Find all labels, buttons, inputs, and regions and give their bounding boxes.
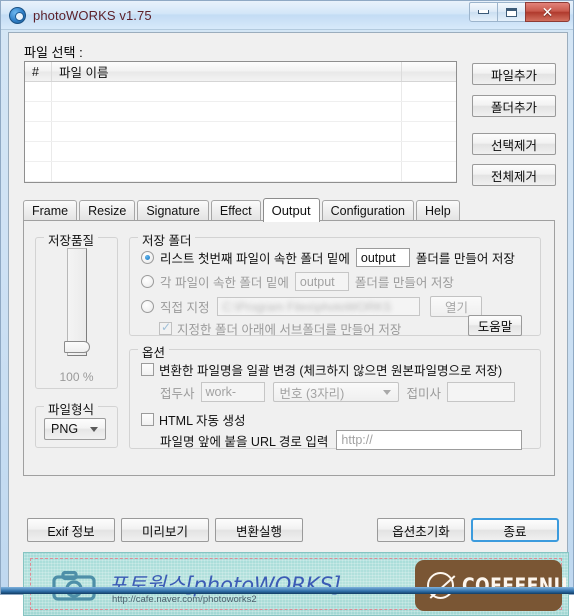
- quality-slider-thumb[interactable]: [63, 341, 90, 353]
- exit-button[interactable]: 종료: [471, 518, 559, 542]
- radio-each-file-folder[interactable]: [141, 275, 154, 288]
- format-selected-value: PNG: [51, 422, 79, 436]
- rename-fields-row[interactable]: 접두사 work- 번호 (3자리) 접미사: [160, 382, 516, 402]
- banner-url-text[interactable]: http://cafe.naver.com/photoworks2: [112, 594, 257, 605]
- tab-bar[interactable]: Frame Resize Signature Effect Output Con…: [23, 198, 555, 222]
- format-select[interactable]: PNG: [44, 418, 106, 440]
- reset-options-button[interactable]: 옵션초기화: [377, 518, 465, 542]
- save-folder-groupbox: 저장 폴더 리스트 첫번째 파일이 속한 폴더 밑에 output 폴더를 만들…: [129, 230, 541, 338]
- html-checkbox-label: HTML 자동 생성: [159, 414, 246, 428]
- folder-option-2-text-before: 각 파일이 속한 폴더 밑에: [160, 276, 289, 290]
- maximize-button[interactable]: [497, 2, 526, 22]
- add-file-button[interactable]: 파일추가: [472, 63, 556, 85]
- suffix-input[interactable]: [447, 382, 516, 402]
- tab-configuration[interactable]: Configuration: [321, 200, 414, 221]
- chevron-down-icon: [90, 427, 98, 432]
- file-list-header: # 파일 이름: [25, 62, 456, 82]
- folder-option-3-row[interactable]: 직접 지정 C:\Program Files\photoWORKS 열기: [141, 296, 483, 317]
- folder-option-2-name-input[interactable]: output: [294, 272, 349, 291]
- table-row[interactable]: [25, 102, 456, 122]
- radio-direct-path[interactable]: [141, 300, 154, 313]
- column-header-filler: [402, 62, 456, 81]
- options-groupbox: 옵션 변환한 파일명을 일괄 변경 (체크하지 않으면 원본파일명으로 저장) …: [129, 342, 541, 450]
- minimize-button[interactable]: [469, 2, 498, 22]
- quality-groupbox: 저장품질 100 %: [35, 230, 118, 389]
- file-list[interactable]: # 파일 이름: [24, 61, 457, 183]
- subfolder-checkbox-row[interactable]: 지정한 폴더 아래에 서브폴더를 만들어 저장: [159, 319, 401, 338]
- quality-percent-label: 100 %: [59, 370, 94, 384]
- prefix-input[interactable]: work-: [200, 382, 265, 402]
- open-folder-button[interactable]: 열기: [430, 296, 483, 317]
- promo-banner[interactable]: 포토웍스[photoWORKS] http://cafe.naver.com/p…: [23, 552, 569, 616]
- table-row[interactable]: [25, 162, 456, 182]
- rename-checkbox-row[interactable]: 변환한 파일명을 일괄 변경 (체크하지 않으면 원본파일명으로 저장): [141, 360, 502, 379]
- remove-all-button[interactable]: 전체제거: [472, 164, 556, 186]
- folder-option-1-name-input[interactable]: output: [355, 248, 410, 267]
- save-folder-group-title: 저장 폴더: [138, 230, 196, 249]
- minimize-icon: [478, 10, 489, 14]
- prefix-label: 접두사: [160, 386, 195, 401]
- options-group-title: 옵션: [138, 342, 170, 361]
- quality-group-title: 저장품질: [44, 230, 99, 249]
- taskbar-edge: [1, 587, 574, 594]
- html-url-row[interactable]: 파일명 앞에 붙을 URL 경로 입력 http://: [160, 430, 523, 450]
- number-digits-value: 번호 (3자리): [279, 386, 345, 401]
- checkbox-batch-rename[interactable]: [141, 363, 154, 376]
- run-convert-button[interactable]: 변환실행: [215, 518, 303, 542]
- titlebar[interactable]: photoWORKS v1.75 ✕: [1, 1, 573, 30]
- remove-selected-button[interactable]: 선택제거: [472, 133, 556, 155]
- direct-path-value: C:\Program Files\photoWORKS: [222, 299, 392, 314]
- tab-frame[interactable]: Frame: [23, 200, 78, 221]
- radio-first-file-folder[interactable]: [141, 251, 154, 264]
- help-button[interactable]: 도움말: [468, 315, 522, 336]
- format-group-title: 파일형식: [44, 399, 99, 418]
- html-checkbox-row[interactable]: HTML 자동 생성: [141, 410, 246, 429]
- tab-resize[interactable]: Resize: [79, 200, 136, 221]
- url-path-input[interactable]: http://: [336, 430, 523, 450]
- url-path-label: 파일명 앞에 붙을 URL 경로 입력: [160, 434, 329, 449]
- table-row[interactable]: [25, 122, 456, 142]
- folder-option-1-text-after: 폴더를 만들어 저장: [415, 252, 515, 266]
- tab-output[interactable]: Output: [262, 198, 320, 222]
- tab-effect[interactable]: Effect: [210, 200, 261, 221]
- close-button[interactable]: ✕: [525, 2, 570, 22]
- folder-option-2-row[interactable]: 각 파일이 속한 폴더 밑에 output 폴더를 만들어 저장: [141, 272, 454, 291]
- folder-option-2-text-after: 폴더를 만들어 저장: [354, 276, 454, 290]
- tab-help[interactable]: Help: [415, 200, 460, 221]
- checkbox-generate-html[interactable]: [141, 413, 154, 426]
- window-controls: ✕: [469, 2, 570, 22]
- table-row[interactable]: [25, 142, 456, 162]
- camera-icon: [52, 571, 96, 601]
- quality-slider[interactable]: [63, 248, 90, 356]
- folder-option-1-row[interactable]: 리스트 첫번째 파일이 속한 폴더 밑에 output 폴더를 만들어 저장: [141, 248, 515, 267]
- format-groupbox: 파일형식 PNG: [35, 399, 118, 448]
- file-list-body[interactable]: [25, 82, 456, 182]
- checkbox-make-subfolder[interactable]: [159, 320, 172, 335]
- folder-option-1-text-before: 리스트 첫번째 파일이 속한 폴더 밑에: [160, 252, 350, 266]
- window-title: photoWORKS v1.75: [33, 7, 152, 23]
- add-folder-button[interactable]: 폴더추가: [472, 95, 556, 117]
- application-window: photoWORKS v1.75 ✕ 파일 선택 : # 파일 이름 파일추가 …: [0, 0, 574, 616]
- chevron-down-icon: [382, 390, 391, 395]
- file-select-label: 파일 선택 :: [24, 45, 83, 60]
- sponsor-badge[interactable]: COFFEENUT: [415, 560, 568, 611]
- client-area: 파일 선택 : # 파일 이름 파일추가 폴더추가 선택제거 전체제거 Fram…: [8, 32, 569, 616]
- maximize-icon: [506, 7, 517, 17]
- output-tab-panel: 저장품질 100 % 파일형식 PNG 저장 폴더 리스트 첫번째 파일이 속한…: [23, 220, 555, 476]
- rename-checkbox-label: 변환한 파일명을 일괄 변경 (체크하지 않으면 원본파일명으로 저장): [159, 364, 503, 378]
- camera-icon: [9, 6, 26, 24]
- column-header-filename[interactable]: 파일 이름: [52, 62, 402, 81]
- subfolder-checkbox-label: 지정한 폴더 아래에 서브폴더를 만들어 저장: [177, 323, 402, 337]
- folder-option-3-label: 직접 지정: [160, 301, 210, 315]
- tab-signature[interactable]: Signature: [137, 200, 209, 221]
- exif-info-button[interactable]: Exif 정보: [27, 518, 115, 542]
- preview-button[interactable]: 미리보기: [121, 518, 209, 542]
- direct-path-input[interactable]: C:\Program Files\photoWORKS: [217, 297, 421, 316]
- suffix-label: 접미사: [406, 386, 442, 401]
- number-digits-select[interactable]: 번호 (3자리): [272, 382, 399, 402]
- table-row[interactable]: [25, 82, 456, 102]
- column-header-index[interactable]: #: [25, 62, 52, 81]
